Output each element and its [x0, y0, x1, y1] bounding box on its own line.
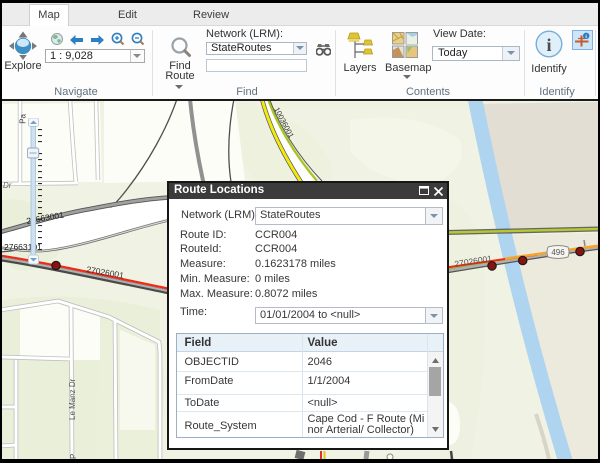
svg-text:496: 496 [551, 248, 565, 257]
svg-text:Dr: Dr [3, 181, 12, 190]
svg-text:P: P [69, 454, 78, 459]
svg-text:i: i [546, 35, 551, 55]
svg-text:Le Manz Dr: Le Manz Dr [68, 378, 77, 420]
